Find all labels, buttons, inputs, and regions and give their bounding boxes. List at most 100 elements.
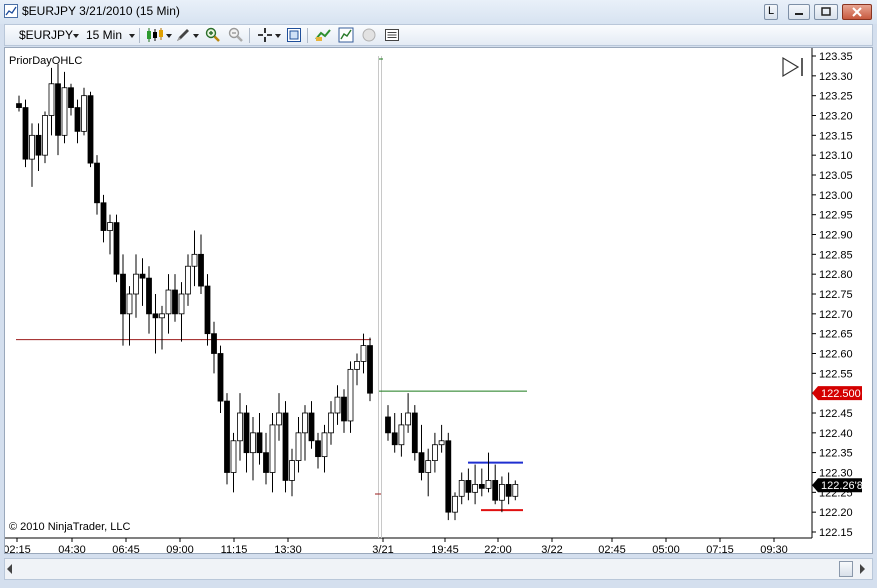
candle-body[interactable]	[22, 107, 29, 160]
instrument-dropdown-icon[interactable]	[73, 34, 79, 38]
candle-body[interactable]	[16, 103, 22, 108]
crosshair-dropdown-icon[interactable]	[275, 34, 281, 38]
candle-body[interactable]	[385, 416, 391, 434]
candle-body[interactable]	[29, 134, 35, 160]
candle-body[interactable]	[100, 202, 107, 231]
candle-body[interactable]	[485, 480, 492, 489]
scroll-left-icon[interactable]	[7, 564, 12, 574]
drawing-tool-dropdown-icon[interactable]	[193, 34, 199, 38]
drawing-tool-pen-icon[interactable]	[175, 27, 191, 43]
candle-body[interactable]	[120, 273, 126, 315]
chart-style-dropdown-icon[interactable]	[166, 34, 172, 38]
candle-body[interactable]	[61, 87, 68, 136]
candle-body[interactable]	[198, 253, 204, 287]
zoom-in-icon[interactable]	[205, 27, 221, 43]
price-chart[interactable]: 123.35 123.30 123.25 123.20 123.15 123.10 123.…	[5, 48, 872, 553]
candle-body[interactable]	[269, 424, 276, 473]
candle-body[interactable]	[139, 273, 146, 279]
candle-body[interactable]	[354, 361, 360, 370]
candle-body[interactable]	[81, 95, 87, 132]
candle-body[interactable]	[68, 87, 74, 108]
candle-body[interactable]	[295, 432, 302, 462]
interval-selector[interactable]: 15 Min	[86, 28, 122, 42]
candle-body[interactable]	[224, 400, 230, 473]
candle-body[interactable]	[391, 432, 398, 446]
candle-body[interactable]	[302, 412, 308, 434]
close-button[interactable]	[842, 4, 872, 20]
scrollbar-thumb[interactable]	[839, 561, 853, 577]
maximize-button[interactable]	[814, 4, 838, 20]
candle-body[interactable]	[334, 396, 341, 414]
candle-body[interactable]	[425, 460, 432, 473]
candle-body[interactable]	[512, 483, 519, 497]
candle-body[interactable]	[107, 222, 113, 231]
chart-panel[interactable]: 123.35 123.30 123.25 123.20 123.15 123.10 123.…	[4, 47, 873, 554]
candle-body[interactable]	[478, 483, 485, 489]
candle-body[interactable]	[211, 333, 217, 354]
candle-body[interactable]	[282, 412, 289, 481]
candle-body[interactable]	[263, 452, 269, 473]
strategies-icon[interactable]	[338, 27, 354, 43]
scroll-to-end-icon[interactable]	[782, 56, 800, 78]
candle-body[interactable]	[217, 353, 224, 402]
candle-body[interactable]	[498, 483, 505, 501]
candle-body[interactable]	[276, 412, 282, 426]
candle-body[interactable]	[94, 162, 100, 204]
candle-body[interactable]	[315, 440, 321, 458]
window-restore-button[interactable]: L	[764, 4, 778, 20]
candle-body[interactable]	[55, 83, 61, 136]
candle-body[interactable]	[204, 285, 211, 335]
disabled-circle-icon[interactable]	[361, 27, 377, 43]
candlestick-style-icon[interactable]	[145, 27, 167, 43]
candle-body[interactable]	[152, 313, 159, 319]
zoom-out-icon[interactable]	[228, 27, 244, 43]
candle-body[interactable]	[347, 368, 354, 422]
candle-body[interactable]	[328, 412, 334, 434]
properties-icon[interactable]	[384, 27, 400, 43]
candle-body[interactable]	[35, 134, 42, 156]
candle-body[interactable]	[74, 107, 81, 132]
candle-body[interactable]	[113, 222, 120, 275]
indicators-icon[interactable]	[315, 27, 331, 43]
candle-body[interactable]	[472, 483, 479, 493]
candle-body[interactable]	[133, 273, 139, 295]
candle-body[interactable]	[308, 412, 315, 442]
candle-body[interactable]	[360, 345, 367, 362]
candle-body[interactable]	[48, 83, 55, 116]
candle-body[interactable]	[159, 313, 165, 319]
crosshair-icon[interactable]	[257, 27, 273, 43]
candle-body[interactable]	[405, 412, 412, 426]
candle-body[interactable]	[146, 277, 152, 315]
candle-body[interactable]	[243, 412, 250, 454]
title-bar[interactable]: $EURJPY 3/21/2010 (15 Min) L	[0, 0, 877, 24]
candle-body[interactable]	[165, 289, 172, 315]
candle-body[interactable]	[341, 396, 347, 422]
candle-body[interactable]	[505, 483, 512, 497]
candle-body[interactable]	[172, 289, 178, 315]
candle-body[interactable]	[321, 432, 328, 458]
candle-body[interactable]	[185, 265, 191, 295]
candle-body[interactable]	[178, 293, 185, 315]
candle-body[interactable]	[230, 440, 237, 473]
candle-body[interactable]	[191, 253, 198, 267]
candle-body[interactable]	[438, 440, 445, 446]
instrument-selector[interactable]: $EURJPY	[19, 28, 73, 42]
candle-body[interactable]	[398, 424, 405, 446]
candle-body[interactable]	[465, 480, 472, 493]
candle-body[interactable]	[256, 432, 263, 454]
candle-body[interactable]	[126, 293, 133, 315]
candle-body[interactable]	[411, 412, 418, 454]
candle-body[interactable]	[237, 412, 243, 442]
candle-body[interactable]	[250, 432, 256, 454]
candle-body[interactable]	[418, 452, 425, 473]
candle-body[interactable]	[452, 495, 458, 513]
horizontal-scrollbar[interactable]	[4, 558, 873, 580]
candle-body[interactable]	[367, 345, 373, 394]
minimize-button[interactable]	[788, 4, 810, 20]
data-box-icon[interactable]	[286, 27, 302, 43]
candle-body[interactable]	[42, 115, 48, 156]
candle-body[interactable]	[445, 440, 452, 513]
candle-body[interactable]	[458, 480, 465, 497]
candle-body[interactable]	[87, 95, 94, 164]
candle-body[interactable]	[289, 460, 295, 481]
